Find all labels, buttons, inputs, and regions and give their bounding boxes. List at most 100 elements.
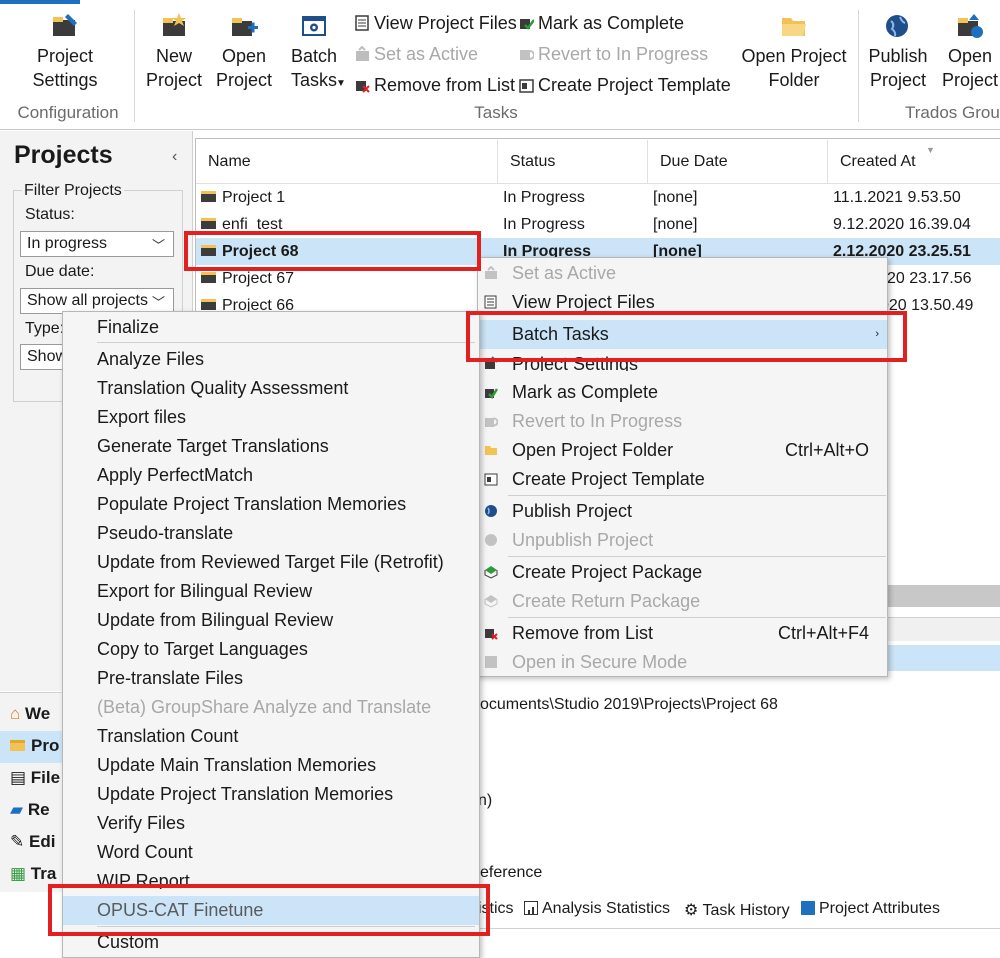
submenu-item-populate-project-tms[interactable]: Populate Project Translation Memories: [97, 490, 406, 519]
menu-separator: [508, 495, 886, 496]
column-header-created-at[interactable]: Created At: [828, 140, 1000, 184]
horizontal-scrollbar[interactable]: [888, 585, 1000, 607]
open-groupshare-project-button[interactable]: Open Project: [936, 12, 1000, 92]
nav-item-editor[interactable]: ✎ Edi: [10, 832, 55, 852]
reports-icon: ▰: [10, 800, 24, 819]
chart-icon: [524, 901, 538, 915]
nav-item-welcome[interactable]: ⌂ We: [10, 704, 50, 724]
status-filter-value: In progress: [27, 235, 108, 252]
submenu-item-apply-perfectmatch[interactable]: Apply PerfectMatch: [97, 461, 253, 490]
remove-from-list-label: Remove from List: [374, 75, 516, 95]
files-icon: ▤: [10, 768, 27, 787]
revert-icon: [520, 50, 534, 60]
submenu-item-pre-translate-files[interactable]: Pre-translate Files: [97, 664, 243, 693]
menu-item-create-return-package[interactable]: Create Return Package: [478, 587, 887, 616]
submenu-item-export-bilingual-review[interactable]: Export for Bilingual Review: [97, 577, 312, 606]
secure-icon: [485, 656, 497, 668]
submenu-item-translation-count[interactable]: Translation Count: [97, 722, 238, 751]
nav-item-files[interactable]: ▤ File: [10, 768, 60, 788]
open-project-button[interactable]: Open Project: [212, 12, 276, 92]
publish-project-button[interactable]: Publish Project: [864, 12, 932, 92]
view-project-files-button[interactable]: View Project Files: [355, 12, 517, 34]
highlight-box-project-68: [184, 231, 481, 271]
details-fragment: n): [478, 792, 493, 809]
mark-as-complete-label: Mark as Complete: [538, 13, 685, 33]
submenu-item-copy-to-target[interactable]: Copy to Target Languages: [97, 635, 308, 664]
submenu-item-word-count[interactable]: Word Count: [97, 838, 193, 867]
open-project-folder-button[interactable]: Open Project Folder: [734, 12, 854, 92]
menu-item-set-as-active[interactable]: Set as Active: [478, 259, 887, 288]
check-icon: [520, 19, 534, 30]
column-header-name[interactable]: Name: [196, 140, 498, 184]
batch-tasks-icon: [302, 16, 326, 36]
submenu-item-finalize[interactable]: Finalize: [97, 313, 159, 342]
remove-icon: [485, 629, 498, 640]
new-project-label: New Project: [145, 46, 203, 90]
create-project-template-button[interactable]: Create Project Template: [519, 74, 731, 96]
submenu-item-translation-quality-assessment[interactable]: Translation Quality Assessment: [97, 374, 348, 403]
submenu-item-verify-files[interactable]: Verify Files: [97, 809, 185, 838]
menu-item-mark-as-complete[interactable]: Mark as Complete: [478, 378, 887, 407]
submenu-item-update-bilingual-review[interactable]: Update from Bilingual Review: [97, 606, 333, 635]
ribbon-separator: [858, 10, 859, 122]
nav-item-reports[interactable]: ▰ Re: [10, 800, 50, 820]
submenu-item-generate-target-translations[interactable]: Generate Target Translations: [97, 432, 329, 461]
submenu-item-update-project-tms[interactable]: Update Project Translation Memories: [97, 780, 393, 809]
open-project-folder-label: Open Project Folder: [741, 46, 847, 90]
new-project-button[interactable]: New Project: [140, 12, 208, 92]
projects-panel-title: Projects: [14, 141, 113, 169]
project-name: Project 67: [222, 270, 295, 287]
highlight-box-opus-cat-finetune: [48, 884, 490, 936]
configuration-group-label: Configuration: [17, 103, 119, 122]
ribbon-separator: [134, 10, 135, 122]
tm-icon: ▦: [10, 864, 27, 883]
menu-item-remove-from-list[interactable]: Remove from List Ctrl+Alt+F4: [478, 619, 887, 648]
submenu-item-groupshare-analyze-translate[interactable]: (Beta) GroupShare Analyze and Translate: [97, 693, 431, 722]
remove-from-list-button[interactable]: Remove from List: [355, 74, 515, 96]
menu-item-unpublish-project[interactable]: Unpublish Project: [478, 526, 887, 555]
tab-project-attributes[interactable]: Project Attributes: [801, 900, 940, 918]
project-settings-button[interactable]: Project Settings: [20, 12, 110, 92]
submenu-item-export-files[interactable]: Export files: [97, 403, 186, 432]
project-folder-icon: [201, 191, 216, 202]
menu-item-publish-project[interactable]: Publish Project: [478, 497, 887, 526]
mark-as-complete-button[interactable]: Mark as Complete: [519, 12, 684, 34]
submenu-item-update-main-tms[interactable]: Update Main Translation Memories: [97, 751, 376, 780]
table-row[interactable]: Project 1 In Progress [none] 11.1.2021 9…: [196, 184, 1000, 211]
active-tab-indicator: [0, 0, 80, 4]
submenu-item-retrofit[interactable]: Update from Reviewed Target File (Retrof…: [97, 548, 444, 577]
template-icon: [519, 79, 534, 93]
view-project-files-label: View Project Files: [374, 13, 517, 33]
column-header-status[interactable]: Status: [498, 140, 648, 184]
tab-task-history[interactable]: ⚙ Task History: [684, 900, 790, 920]
reference-fragment: eference: [480, 864, 543, 881]
status-filter-select[interactable]: In progress ﹀: [20, 231, 174, 257]
publish-icon: [485, 505, 497, 517]
open-groupshare-project-label: Open Project: [941, 46, 999, 90]
submenu-item-analyze-files[interactable]: Analyze Files: [97, 345, 204, 374]
collapse-panel-icon[interactable]: ‹: [172, 148, 177, 166]
chevron-down-icon: ﹀: [151, 238, 165, 253]
revert-to-in-progress-button[interactable]: Revert to In Progress: [519, 43, 708, 65]
details-selected-row: [888, 645, 1000, 671]
tab-analysis-statistics[interactable]: Analysis Statistics: [524, 900, 670, 918]
due-date-filter-value: Show all projects: [27, 292, 148, 309]
batch-tasks-dropdown-icon: ▼: [336, 78, 346, 89]
unpublish-icon: [485, 534, 497, 546]
project-settings-icon: [53, 14, 77, 36]
folder-icon: [485, 446, 497, 455]
menu-item-create-project-template[interactable]: Create Project Template: [478, 465, 887, 494]
menu-item-open-project-folder[interactable]: Open Project Folder Ctrl+Alt+O: [478, 436, 887, 465]
submenu-item-pseudo-translate[interactable]: Pseudo-translate: [97, 519, 233, 548]
set-as-active-label: Set as Active: [374, 44, 479, 64]
menu-item-open-in-secure-mode[interactable]: Open in Secure Mode: [478, 648, 887, 677]
column-header-due-date[interactable]: Due Date: [648, 140, 828, 184]
menu-item-create-project-package[interactable]: Create Project Package: [478, 558, 887, 587]
project-due-date: [none]: [653, 189, 698, 206]
menu-item-revert-to-in-progress[interactable]: Revert to In Progress: [478, 407, 887, 436]
check-icon: [485, 388, 498, 399]
nav-item-translation-memories[interactable]: ▦ Tra: [10, 864, 56, 884]
menu-separator: [97, 342, 475, 343]
set-as-active-button[interactable]: Set as Active: [355, 43, 478, 65]
nav-item-projects[interactable]: Pro: [10, 736, 59, 756]
